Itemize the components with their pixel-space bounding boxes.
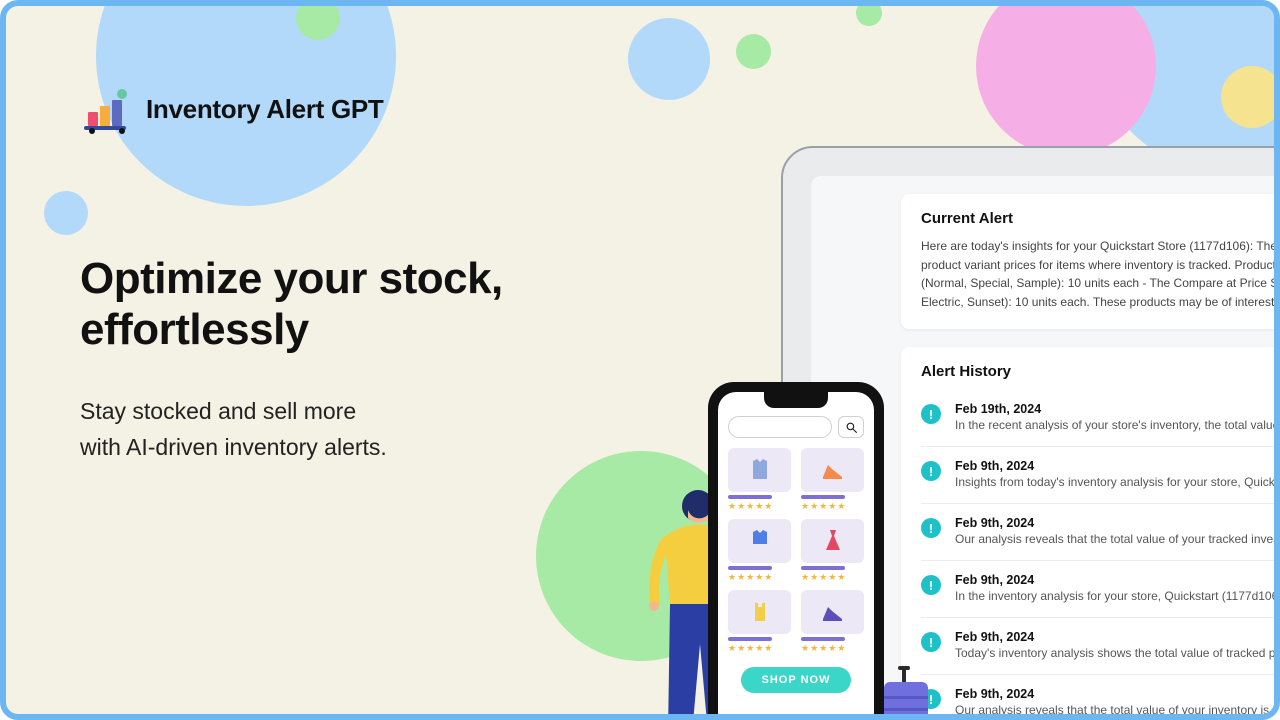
bg-circle — [856, 0, 882, 26]
product-card: ★★★★★ — [801, 590, 864, 653]
phone-product-grid: ★★★★★ ★★★★★ ★★★★★ ★★★★★ ★★★★★ — [728, 448, 864, 653]
hero-title-line2: effortlessly — [80, 305, 309, 354]
alert-history-item: ! Feb 9th, 2024 In the inventory analysi… — [921, 561, 1280, 618]
info-icon: ! — [921, 575, 941, 595]
heel-icon — [801, 590, 864, 634]
phone-notch — [764, 392, 828, 408]
shirt-icon — [728, 519, 791, 563]
alert-history-item: ! Feb 19th, 2024 In the recent analysis … — [921, 390, 1280, 447]
hero-sub-line2: with AI-driven inventory alerts. — [80, 434, 387, 460]
product-card: ★★★★★ — [728, 519, 791, 582]
history-date: Feb 9th, 2024 — [955, 573, 1280, 587]
info-icon: ! — [921, 461, 941, 481]
hero-headline: Optimize your stock, effortlessly — [80, 254, 620, 355]
alert-history-item: ! Feb 9th, 2024 Insights from today's in… — [921, 447, 1280, 504]
history-desc: In the recent analysis of your store's i… — [955, 418, 1280, 432]
alert-history-item: ! Feb 9th, 2024 Our analysis reveals tha… — [921, 504, 1280, 561]
history-desc: In the inventory analysis for your store… — [955, 589, 1280, 603]
bg-circle — [1221, 66, 1280, 128]
phone-search-input — [728, 416, 832, 438]
product-card: ★★★★★ — [801, 448, 864, 511]
marketing-frame: Inventory Alert GPT Optimize your stock,… — [0, 0, 1280, 720]
info-icon: ! — [921, 404, 941, 424]
history-date: Feb 19th, 2024 — [955, 402, 1280, 416]
hero-subtitle: Stay stocked and sell more with AI-drive… — [80, 394, 580, 465]
brand-name: Inventory Alert GPT — [146, 94, 384, 125]
jacket-icon — [728, 448, 791, 492]
hero-title-line1: Optimize your stock, — [80, 254, 503, 303]
history-date: Feb 9th, 2024 — [955, 516, 1280, 530]
alert-history-card: Alert History ! Feb 19th, 2024 In the re… — [901, 347, 1280, 720]
bg-circle — [628, 18, 710, 100]
product-card: ★★★★★ — [728, 590, 791, 653]
history-desc: Today's inventory analysis shows the tot… — [955, 646, 1280, 660]
history-date: Feb 9th, 2024 — [955, 459, 1280, 473]
search-icon — [838, 416, 864, 438]
alert-history-item: ! Feb 9th, 2024 Today's inventory analys… — [921, 618, 1280, 675]
current-alert-card: Current Alert Here are today's insights … — [901, 194, 1280, 329]
hero-sub-line1: Stay stocked and sell more — [80, 398, 356, 424]
phone-screen: ★★★★★ ★★★★★ ★★★★★ ★★★★★ ★★★★★ — [718, 392, 874, 720]
phone-illustration: ★★★★★ ★★★★★ ★★★★★ ★★★★★ ★★★★★ — [708, 382, 884, 720]
history-date: Feb 9th, 2024 — [955, 687, 1280, 701]
bg-circle — [976, 0, 1156, 156]
tank-top-icon — [728, 590, 791, 634]
alert-history-item: ! Feb 9th, 2024 Our analysis reveals tha… — [921, 675, 1280, 720]
product-card: ★★★★★ — [801, 519, 864, 582]
current-alert-heading: Current Alert — [921, 210, 1280, 227]
heel-icon — [801, 448, 864, 492]
info-icon: ! — [921, 632, 941, 652]
phone-search-row — [728, 416, 864, 438]
info-icon: ! — [921, 518, 941, 538]
bg-circle — [44, 191, 88, 235]
dress-icon — [801, 519, 864, 563]
shop-now-button: SHOP NOW — [741, 667, 851, 693]
alert-history-heading: Alert History — [921, 363, 1280, 380]
history-desc: Our analysis reveals that the total valu… — [955, 703, 1280, 717]
history-desc: Insights from today's inventory analysis… — [955, 475, 1280, 489]
brand-logo-icon — [82, 84, 132, 134]
suitcase-illustration — [878, 666, 938, 720]
product-card: ★★★★★ — [728, 448, 791, 511]
current-alert-body: Here are today's insights for your Quick… — [921, 237, 1280, 311]
history-date: Feb 9th, 2024 — [955, 630, 1280, 644]
history-desc: Our analysis reveals that the total valu… — [955, 532, 1280, 546]
bg-circle — [736, 34, 771, 69]
brand-lockup: Inventory Alert GPT — [82, 84, 384, 134]
